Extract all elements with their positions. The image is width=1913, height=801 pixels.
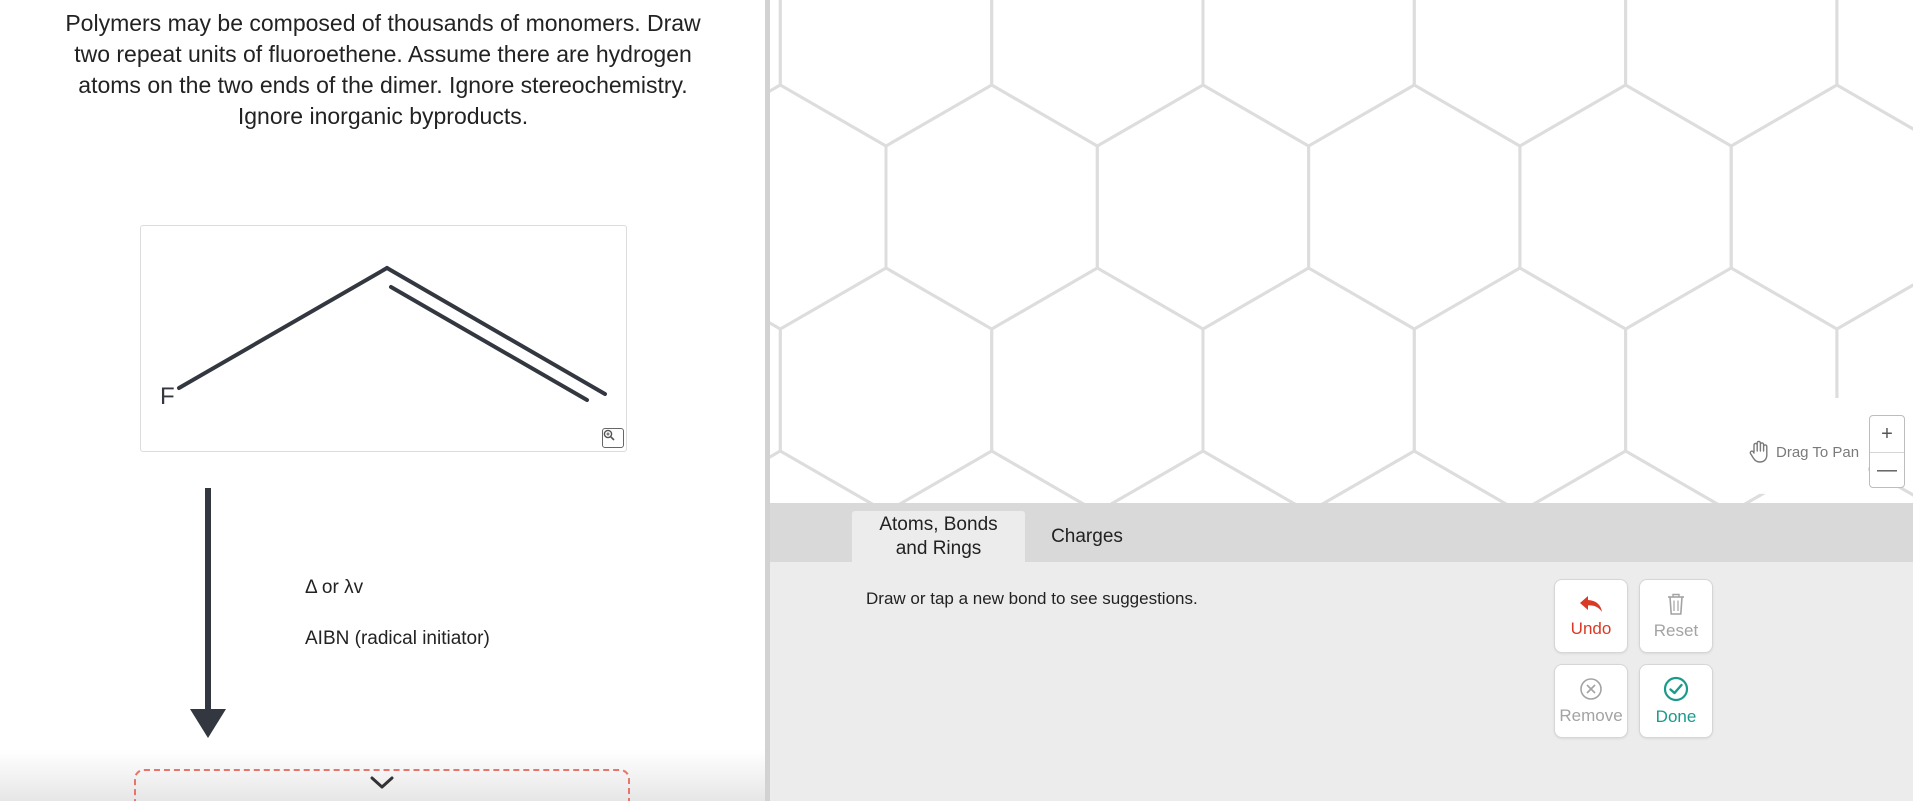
trash-icon — [1668, 593, 1684, 615]
fluoroethene-structure: F — [160, 266, 607, 410]
question-line: Ignore inorganic byproducts. — [237, 103, 529, 129]
reset-label: Reset — [1653, 620, 1699, 640]
single-bond — [177, 266, 389, 390]
double-bond-outer — [385, 266, 607, 396]
check-circle-icon — [1663, 676, 1689, 701]
zoom-structure-button[interactable] — [602, 428, 624, 448]
grid-hexagon — [1624, 0, 1839, 148]
grid-hexagon — [884, 83, 1099, 331]
grid-hexagon — [990, 0, 1205, 148]
zoom-in-button[interactable]: + — [1870, 416, 1904, 453]
undo-label: Undo — [1570, 618, 1612, 638]
suggestion-hint: Draw or tap a new bond to see suggestion… — [866, 589, 1198, 608]
grid-hexagon — [1321, 449, 1508, 503]
reactant-structure-card: F — [140, 225, 627, 452]
remove-label: Remove — [1559, 705, 1623, 725]
grid-hexagon — [770, 321, 782, 459]
chevron-down-icon[interactable] — [368, 775, 396, 791]
done-label: Done — [1655, 706, 1697, 726]
grid-hexagon — [1518, 83, 1733, 331]
question-line: Polymers may be composed of thousands of… — [65, 10, 701, 36]
grid-hexagon — [1532, 449, 1719, 503]
grid-hexagon — [770, 0, 782, 93]
grid-hexagon — [1095, 83, 1311, 331]
grid-hexagon — [778, 0, 994, 148]
hand-icon — [1749, 440, 1768, 463]
remove-button[interactable]: Remove — [1554, 664, 1628, 738]
reaction-condition-energy: Δ or λv — [305, 577, 364, 598]
double-bond-inner — [389, 285, 589, 402]
drag-to-pan-label: Drag To Pan — [1776, 443, 1860, 461]
zoom-out-button[interactable]: — — [1870, 452, 1904, 488]
tools-panel: Draw or tap a new bond to see suggestion… — [770, 562, 1913, 801]
grid-hexagon — [770, 83, 888, 331]
fluorine-atom-label: F — [160, 383, 175, 410]
grid-hexagon — [770, 449, 874, 503]
grid-hexagon — [1109, 449, 1297, 503]
grid-hexagon — [1729, 83, 1913, 331]
question-line: two repeat units of fluoroethene. Assume… — [74, 41, 692, 67]
reaction-condition-initiator: AIBN (radical initiator) — [305, 628, 490, 649]
tab-atoms-bonds-rings[interactable]: Atoms, Bonds and Rings — [852, 511, 1025, 562]
magnify-icon — [603, 429, 615, 441]
grid-hexagon — [1307, 83, 1522, 331]
drag-to-pan-hint: Drag To Pan — [1748, 440, 1859, 464]
undo-icon — [1580, 595, 1602, 612]
grid-hexagon — [1835, 0, 1913, 131]
undo-button[interactable]: Undo — [1554, 579, 1628, 653]
grid-hexagon — [1201, 0, 1416, 148]
question-pane: Polymers may be composed of thousands of… — [0, 0, 765, 801]
tab-label-line: Atoms, Bonds — [879, 513, 998, 535]
tab-label-line: and Rings — [895, 537, 982, 559]
done-button[interactable]: Done — [1639, 664, 1713, 738]
grid-hexagon — [898, 449, 1085, 503]
tool-tabs: Atoms, Bonds and Rings Charges — [770, 503, 1913, 562]
zoom-control: + — — [1869, 415, 1905, 488]
reaction-arrow — [190, 488, 226, 738]
reset-button[interactable]: Reset — [1639, 579, 1713, 653]
tab-charges[interactable]: Charges — [1032, 511, 1142, 562]
grid-hexagon — [1412, 0, 1628, 148]
question-text: Polymers may be composed of thousands of… — [36, 8, 730, 132]
remove-icon — [1580, 677, 1602, 700]
question-line: atoms on the two ends of the dimer. Igno… — [78, 72, 688, 98]
